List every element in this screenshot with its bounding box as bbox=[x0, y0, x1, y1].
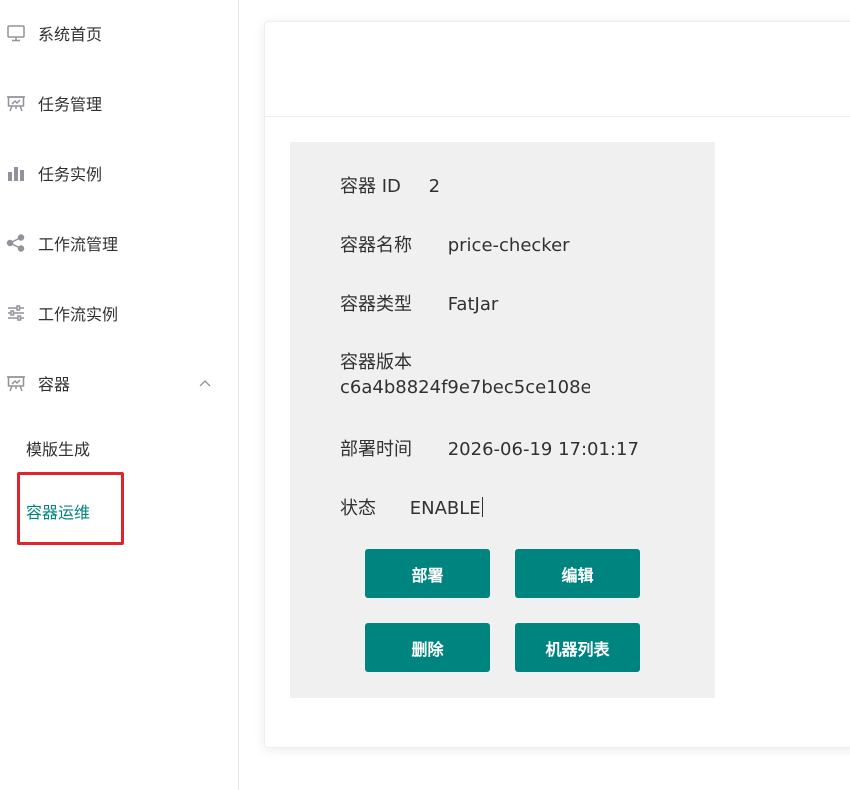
sidebar-subitem-label: 模版生成 bbox=[26, 440, 91, 459]
container-version-row: 容器版本 bbox=[340, 348, 412, 374]
sidebar-item-workflow-instances[interactable]: 工作流实例 bbox=[0, 293, 238, 333]
deploy-time-value: 2026-06-19 17:01:17 bbox=[447, 439, 639, 460]
bar-chart-icon bbox=[6, 163, 26, 183]
sidebar-subitem-container-ops[interactable]: 容器运维 bbox=[0, 491, 238, 531]
sliders-icon bbox=[6, 303, 26, 323]
presentation-board-icon bbox=[6, 93, 26, 113]
container-id-row: 容器 ID 2 bbox=[340, 172, 440, 198]
sidebar-item-label: 容器 bbox=[38, 375, 71, 394]
edit-button[interactable]: 编辑 bbox=[515, 549, 640, 598]
delete-button[interactable]: 删除 bbox=[365, 623, 490, 672]
card-header bbox=[265, 22, 850, 117]
sidebar-item-task-management[interactable]: 任务管理 bbox=[0, 83, 238, 123]
sidebar-subitem-label: 容器运维 bbox=[26, 503, 91, 522]
container-type-value: FatJar bbox=[447, 294, 499, 315]
monitor-icon bbox=[6, 23, 26, 43]
sidebar-item-task-instances[interactable]: 任务实例 bbox=[0, 153, 238, 193]
share-icon bbox=[6, 233, 26, 253]
machine-list-button[interactable]: 机器列表 bbox=[515, 623, 640, 672]
status-label: 状态 bbox=[340, 498, 376, 519]
deploy-time-label: 部署时间 bbox=[340, 439, 412, 460]
container-version-value: c6a4b8824f9e7bec5ce108ec bbox=[340, 377, 590, 398]
sidebar: 系统首页 任务管理 任务实例 工作流管理 工作流实例 容器 模版生成 容器运维 bbox=[0, 0, 239, 790]
text-cursor bbox=[481, 497, 483, 517]
container-name-value: price-checker bbox=[447, 235, 570, 256]
container-id-label: 容器 ID bbox=[340, 176, 401, 197]
container-type-label: 容器类型 bbox=[340, 294, 412, 315]
sidebar-item-label: 工作流管理 bbox=[38, 235, 119, 254]
sidebar-item-label: 系统首页 bbox=[38, 25, 103, 44]
status-row: 状态 ENABLE bbox=[340, 494, 483, 520]
container-id-value: 2 bbox=[428, 176, 441, 197]
deploy-time-row: 部署时间 2026-06-19 17:01:17 bbox=[340, 435, 639, 461]
sidebar-item-workflow-management[interactable]: 工作流管理 bbox=[0, 223, 238, 263]
container-name-row: 容器名称 price-checker bbox=[340, 231, 570, 257]
sidebar-item-label: 任务管理 bbox=[38, 95, 103, 114]
status-value: ENABLE bbox=[409, 498, 481, 519]
sidebar-item-home[interactable]: 系统首页 bbox=[0, 13, 238, 53]
container-type-row: 容器类型 FatJar bbox=[340, 290, 498, 316]
sidebar-item-label: 工作流实例 bbox=[38, 305, 119, 324]
container-name-label: 容器名称 bbox=[340, 235, 412, 256]
sidebar-item-container[interactable]: 容器 bbox=[0, 363, 238, 403]
presentation-board-icon bbox=[6, 373, 26, 393]
container-version-label: 容器版本 bbox=[340, 352, 412, 373]
container-info-panel bbox=[290, 142, 715, 698]
chevron-up-icon[interactable] bbox=[198, 377, 212, 389]
sidebar-subitem-template-generation[interactable]: 模版生成 bbox=[0, 428, 238, 468]
deploy-button[interactable]: 部署 bbox=[365, 549, 490, 598]
sidebar-item-label: 任务实例 bbox=[38, 165, 103, 184]
